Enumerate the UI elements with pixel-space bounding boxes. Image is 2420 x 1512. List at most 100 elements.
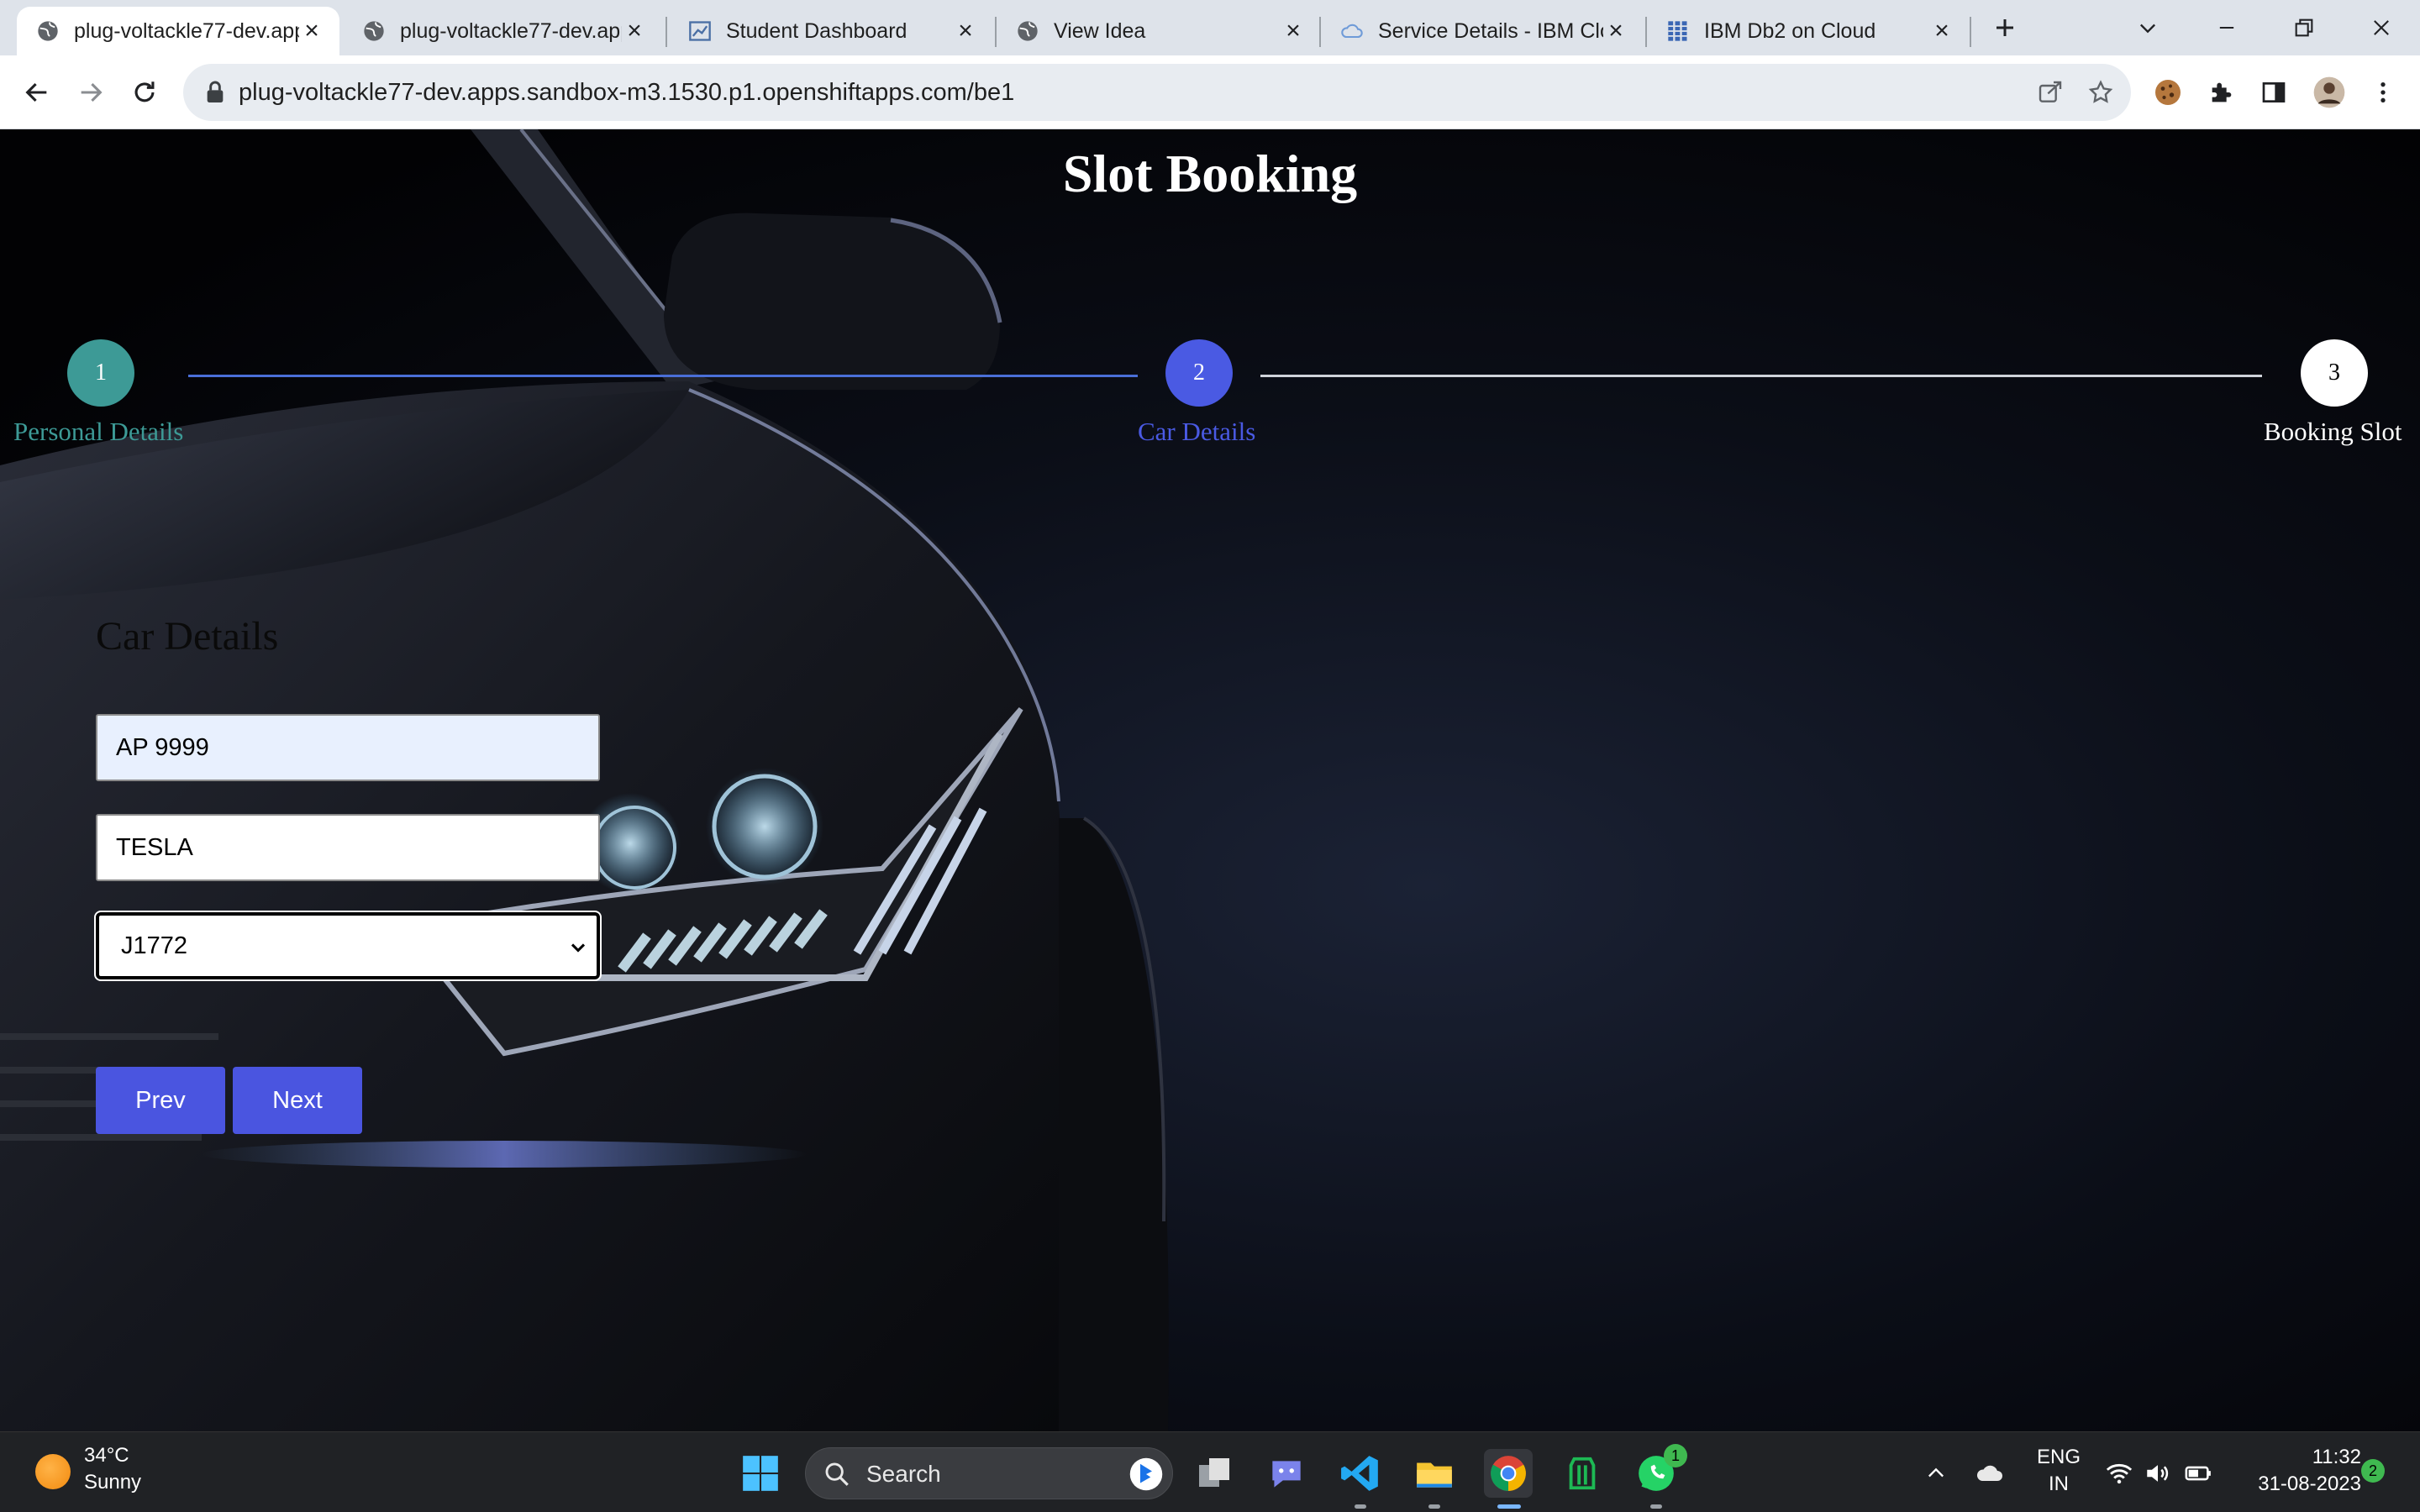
search-icon <box>825 1462 849 1486</box>
car-number-input[interactable]: AP 9999 <box>96 714 600 781</box>
step-2-label: Car Details <box>1138 417 1256 446</box>
battery-button[interactable] <box>2180 1449 2217 1498</box>
tab-title: plug-voltackle77-dev.apps.sandbox-m3 <box>74 18 299 43</box>
language-top[interactable]: ENG <box>2033 1446 2084 1469</box>
taskbar-search[interactable]: Search <box>805 1447 1173 1499</box>
tab-title: IBM Db2 on Cloud <box>1704 18 1876 43</box>
clock-date[interactable]: 31-08-2023 <box>2227 1473 2361 1496</box>
close-tab-icon[interactable]: × <box>299 17 324 45</box>
explorer-running-indicator <box>1428 1504 1440 1509</box>
close-icon <box>2374 20 2389 35</box>
car-make-value: TESLA <box>116 833 193 861</box>
chrome-active-indicator <box>1497 1504 1521 1509</box>
start-button[interactable] <box>736 1449 785 1498</box>
minimize-icon <box>2219 26 2234 29</box>
forward-button[interactable] <box>69 71 113 114</box>
tab-ibm-db2[interactable]: IBM Db2 on Cloud × <box>1647 7 1970 55</box>
vscode-running-indicator <box>1355 1504 1366 1509</box>
globe-icon <box>361 18 387 44</box>
restore-button[interactable] <box>2279 7 2329 49</box>
volume-button[interactable] <box>2139 1449 2176 1498</box>
side-panel-icon <box>2262 82 2286 102</box>
car-make-input[interactable]: TESLA <box>96 814 600 881</box>
windows-taskbar: 34°C Sunny Search 1 ENG IN 11:32 31-08-2… <box>0 1431 2420 1512</box>
db2-icon <box>1665 18 1691 44</box>
cookie-extension-button[interactable] <box>2148 72 2188 113</box>
close-tab-icon[interactable]: × <box>953 17 978 45</box>
show-hidden-icons-button[interactable] <box>1918 1449 1954 1498</box>
android-studio-button[interactable] <box>1558 1449 1607 1498</box>
plus-icon <box>1996 19 2013 36</box>
close-tab-icon[interactable]: × <box>1603 17 1628 45</box>
arrow-right-icon <box>81 82 103 102</box>
language-bottom[interactable]: IN <box>2033 1473 2084 1496</box>
weather-temperature[interactable]: 34°C <box>84 1444 129 1467</box>
arrow-left-icon <box>25 82 47 102</box>
step-3-circle: 3 <box>2301 339 2368 407</box>
bookmark-button[interactable] <box>2086 77 2116 108</box>
puzzle-icon <box>2212 82 2232 102</box>
task-view-button[interactable] <box>1190 1449 1239 1498</box>
step-2-circle: 2 <box>1165 339 1233 407</box>
profile-avatar[interactable] <box>2309 72 2349 113</box>
new-tab-button[interactable] <box>1980 7 2030 49</box>
extensions-button[interactable] <box>2202 72 2242 113</box>
tab-plug-voltackle-1[interactable]: plug-voltackle77-dev.apps.sandbox-m3 × <box>17 7 339 55</box>
tab-student-dashboard[interactable]: Student Dashboard × <box>669 7 993 55</box>
step-3-label: Booking Slot <box>2264 417 2402 446</box>
tab-search-button[interactable] <box>2123 7 2173 49</box>
close-tab-icon[interactable]: × <box>1281 17 1306 45</box>
search-label: Search <box>866 1461 941 1487</box>
wifi-icon <box>2106 1463 2133 1484</box>
tab-plug-voltackle-2[interactable]: plug-voltackle77-dev.apps.sandbox-m3 × <box>343 7 662 55</box>
dashboard-icon <box>687 18 713 44</box>
wifi-button[interactable] <box>2101 1449 2138 1498</box>
side-panel-button[interactable] <box>2254 72 2294 113</box>
sun-icon[interactable] <box>35 1454 71 1489</box>
url-text: plug-voltackle77-dev.apps.sandbox-m3.153… <box>239 79 1015 106</box>
vscode-button[interactable] <box>1336 1449 1385 1498</box>
progress-line-2-3 <box>1260 375 2262 377</box>
onedrive-button[interactable] <box>1970 1449 2010 1498</box>
windows-icon <box>743 1456 778 1491</box>
chat-icon <box>1272 1461 1301 1488</box>
tab-title: View Idea <box>1054 18 1146 43</box>
kebab-menu-icon <box>2381 82 2386 102</box>
close-tab-icon[interactable]: × <box>622 17 647 45</box>
chrome-icon <box>1491 1456 1526 1491</box>
globe-icon <box>1015 18 1040 44</box>
chrome-button[interactable] <box>1484 1449 1533 1498</box>
tab-view-idea[interactable]: View Idea × <box>997 7 1321 55</box>
whatsapp-running-indicator <box>1650 1504 1662 1509</box>
folder-icon <box>1417 1462 1452 1488</box>
connector-type-select[interactable]: J1772 <box>94 911 602 981</box>
vscode-icon <box>1341 1456 1378 1491</box>
tab-separator <box>1970 17 1971 47</box>
teams-chat-button[interactable] <box>1262 1449 1311 1498</box>
browser-menu-button[interactable] <box>2363 72 2403 113</box>
globe-icon <box>35 18 60 44</box>
next-button[interactable]: Next <box>233 1067 362 1134</box>
weather-description[interactable]: Sunny <box>84 1471 141 1494</box>
back-button[interactable] <box>15 71 59 114</box>
connector-type-value: J1772 <box>121 932 188 959</box>
minimize-button[interactable] <box>2202 7 2252 49</box>
share-button[interactable] <box>2035 77 2065 108</box>
tab-service-details[interactable]: Service Details - IBM Cloud × <box>1321 7 1644 55</box>
form-heading: Car Details <box>96 614 279 659</box>
file-explorer-button[interactable] <box>1410 1449 1459 1498</box>
progress-line-1-2 <box>188 375 1138 377</box>
notification-badge[interactable]: 2 <box>2361 1459 2385 1483</box>
star-icon <box>2088 80 2113 103</box>
prev-button[interactable]: Prev <box>96 1067 225 1134</box>
step-1-label: Personal Details <box>13 417 184 446</box>
lock-icon <box>207 81 224 102</box>
avatar-icon <box>2313 76 2345 108</box>
clock-time[interactable]: 11:32 <box>2235 1446 2361 1469</box>
address-bar[interactable]: plug-voltackle77-dev.apps.sandbox-m3.153… <box>183 64 2131 121</box>
close-window-button[interactable] <box>2356 7 2407 49</box>
close-tab-icon[interactable]: × <box>1929 17 1954 45</box>
app-icon <box>1569 1457 1596 1490</box>
reload-button[interactable] <box>123 71 166 114</box>
battery-icon <box>2185 1466 2211 1481</box>
